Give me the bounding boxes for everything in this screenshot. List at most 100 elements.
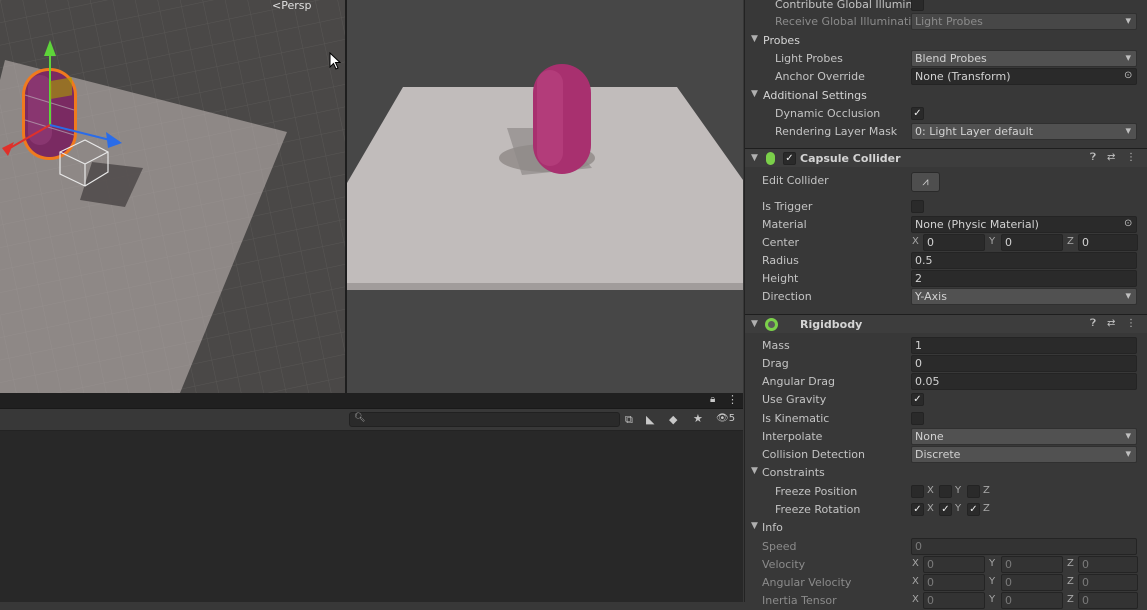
more-menu-icon[interactable]: ⋮: [727, 393, 738, 406]
capsule-collider-enabled-checkbox[interactable]: ✓: [783, 152, 796, 165]
center-y-field[interactable]: 0: [1001, 234, 1063, 251]
y-axis-label: Y: [989, 236, 996, 247]
velocity-y-field: 0: [1001, 556, 1063, 573]
presets-icon[interactable]: ⇄: [1107, 152, 1115, 163]
freeze-position-z-checkbox[interactable]: [967, 485, 980, 498]
scene-canvas[interactable]: [0, 0, 345, 393]
component-menu-icon[interactable]: ⋮: [1126, 152, 1136, 163]
y-axis-label: Y: [989, 576, 996, 587]
dynamic-occlusion-checkbox[interactable]: ✓: [911, 107, 924, 120]
freeze-position-row: Freeze Position X Y Z: [745, 483, 1147, 501]
rendering-layer-label: Rendering Layer Mask: [775, 125, 898, 138]
angular-drag-field[interactable]: 0.05: [911, 373, 1137, 390]
rigidbody-header[interactable]: ▼ Rigidbody ❓︎ ⇄ ⋮: [745, 314, 1147, 333]
probes-foldout[interactable]: ▼ Probes: [745, 32, 1147, 50]
presets-icon[interactable]: ⇄: [1107, 318, 1115, 329]
x-axis-label: X: [927, 503, 934, 514]
drag-label: Drag: [762, 357, 789, 370]
mouse-cursor-icon: [329, 52, 342, 70]
mass-label: Mass: [762, 339, 790, 352]
drag-field[interactable]: 0: [911, 355, 1137, 372]
freeze-position-label: Freeze Position: [775, 485, 858, 498]
filter-label-icon[interactable]: ◣: [646, 413, 654, 426]
x-axis-label: X: [912, 576, 919, 587]
material-row: Material None (Physic Material) ⊙: [745, 216, 1147, 234]
rendering-layer-row: Rendering Layer Mask 0: Light Layer defa…: [745, 123, 1147, 141]
component-menu-icon[interactable]: ⋮: [1126, 318, 1136, 329]
height-row: Height 2: [745, 270, 1147, 288]
is-trigger-checkbox[interactable]: [911, 200, 924, 213]
rigidbody-title: Rigidbody: [800, 318, 863, 331]
favorite-star-icon[interactable]: ★: [693, 412, 703, 425]
object-picker-icon[interactable]: ⊙: [1124, 218, 1132, 229]
is-kinematic-checkbox[interactable]: [911, 412, 924, 425]
material-label: Material: [762, 218, 807, 231]
constraints-header: Constraints: [762, 466, 825, 479]
projection-label[interactable]: <Persp: [272, 0, 311, 12]
foldout-arrow-icon: ▼: [751, 34, 758, 44]
search-input[interactable]: 🔍︎: [349, 412, 620, 427]
radius-field[interactable]: 0.5: [911, 252, 1137, 269]
is-kinematic-label: Is Kinematic: [762, 412, 830, 425]
freeze-rotation-x-checkbox[interactable]: ✓: [911, 503, 924, 516]
help-icon[interactable]: ❓︎: [1090, 318, 1096, 329]
freeze-position-y-checkbox[interactable]: [939, 485, 952, 498]
lock-icon[interactable]: 🔒︎: [710, 394, 715, 405]
filter-type-icon[interactable]: ⧉: [625, 413, 633, 427]
center-label: Center: [762, 236, 800, 249]
is-trigger-row: Is Trigger: [745, 198, 1147, 216]
material-field[interactable]: None (Physic Material): [911, 216, 1137, 233]
capsule-collider-header[interactable]: ▼ ✓ Capsule Collider ❓︎ ⇄ ⋮: [745, 148, 1147, 167]
direction-label: Direction: [762, 290, 812, 303]
edit-collider-row: Edit Collider ⩘: [745, 172, 1147, 192]
hidden-packages-icon[interactable]: 👁︎5: [716, 413, 735, 424]
edit-collider-button[interactable]: ⩘: [911, 172, 940, 192]
interpolate-dropdown[interactable]: None: [911, 428, 1137, 445]
light-probes-dropdown[interactable]: Blend Probes: [911, 50, 1137, 67]
panel-tab-bar: 🔒︎ ⋮: [0, 393, 743, 409]
use-gravity-checkbox[interactable]: ✓: [911, 393, 924, 406]
additional-settings-foldout[interactable]: ▼ Additional Settings: [745, 87, 1147, 105]
direction-dropdown[interactable]: Y-Axis: [911, 288, 1137, 305]
inertia-tensor-row: Inertia Tensor X 0 Y 0 Z 0: [745, 592, 1147, 610]
x-axis-label: X: [912, 236, 919, 247]
panel-toolbar: 🔍︎ ⧉ ◣ ◆ ★ 👁︎5: [0, 409, 743, 431]
additional-settings-header: Additional Settings: [763, 89, 867, 102]
foldout-arrow-icon[interactable]: ▼: [751, 153, 758, 163]
info-foldout[interactable]: ▼ Info: [745, 519, 1147, 537]
collision-detection-label: Collision Detection: [762, 448, 866, 461]
search-icon: 🔍︎: [354, 413, 366, 423]
help-icon[interactable]: ❓︎: [1090, 152, 1096, 163]
collision-detection-dropdown[interactable]: Discrete: [911, 446, 1137, 463]
foldout-arrow-icon[interactable]: ▼: [751, 319, 758, 329]
edit-collider-label: Edit Collider: [762, 174, 829, 187]
freeze-rotation-y-checkbox[interactable]: ✓: [939, 503, 952, 516]
receive-gi-dropdown[interactable]: Light Probes: [911, 13, 1137, 30]
tag-icon[interactable]: ◆: [669, 413, 677, 426]
scene-view[interactable]: <Persp: [0, 0, 345, 393]
radius-label: Radius: [762, 254, 799, 267]
mass-field[interactable]: 1: [911, 337, 1137, 354]
contribute-gi-checkbox[interactable]: [911, 0, 924, 11]
angular-velocity-z-field: 0: [1078, 574, 1138, 591]
constraints-foldout[interactable]: ▼ Constraints: [745, 464, 1147, 482]
x-axis-label: X: [912, 558, 919, 569]
freeze-rotation-z-checkbox[interactable]: ✓: [967, 503, 980, 516]
inertia-z-field: 0: [1078, 592, 1138, 609]
anchor-override-field[interactable]: None (Transform): [911, 68, 1137, 85]
rendering-layer-dropdown[interactable]: 0: Light Layer default: [911, 123, 1137, 140]
center-x-field[interactable]: 0: [923, 234, 985, 251]
rigidbody-icon: [765, 318, 778, 331]
mass-row: Mass 1: [745, 337, 1147, 355]
freeze-position-x-checkbox[interactable]: [911, 485, 924, 498]
freeze-rotation-label: Freeze Rotation: [775, 503, 861, 516]
center-z-field[interactable]: 0: [1078, 234, 1138, 251]
foldout-arrow-icon: ▼: [751, 521, 758, 531]
foldout-arrow-icon: ▼: [751, 89, 758, 99]
angular-velocity-x-field: 0: [923, 574, 985, 591]
interpolate-row: Interpolate None: [745, 428, 1147, 446]
velocity-row: Velocity X 0 Y 0 Z 0: [745, 556, 1147, 574]
height-field[interactable]: 2: [911, 270, 1137, 287]
speed-row: Speed 0: [745, 538, 1147, 556]
object-picker-icon[interactable]: ⊙: [1124, 70, 1132, 81]
